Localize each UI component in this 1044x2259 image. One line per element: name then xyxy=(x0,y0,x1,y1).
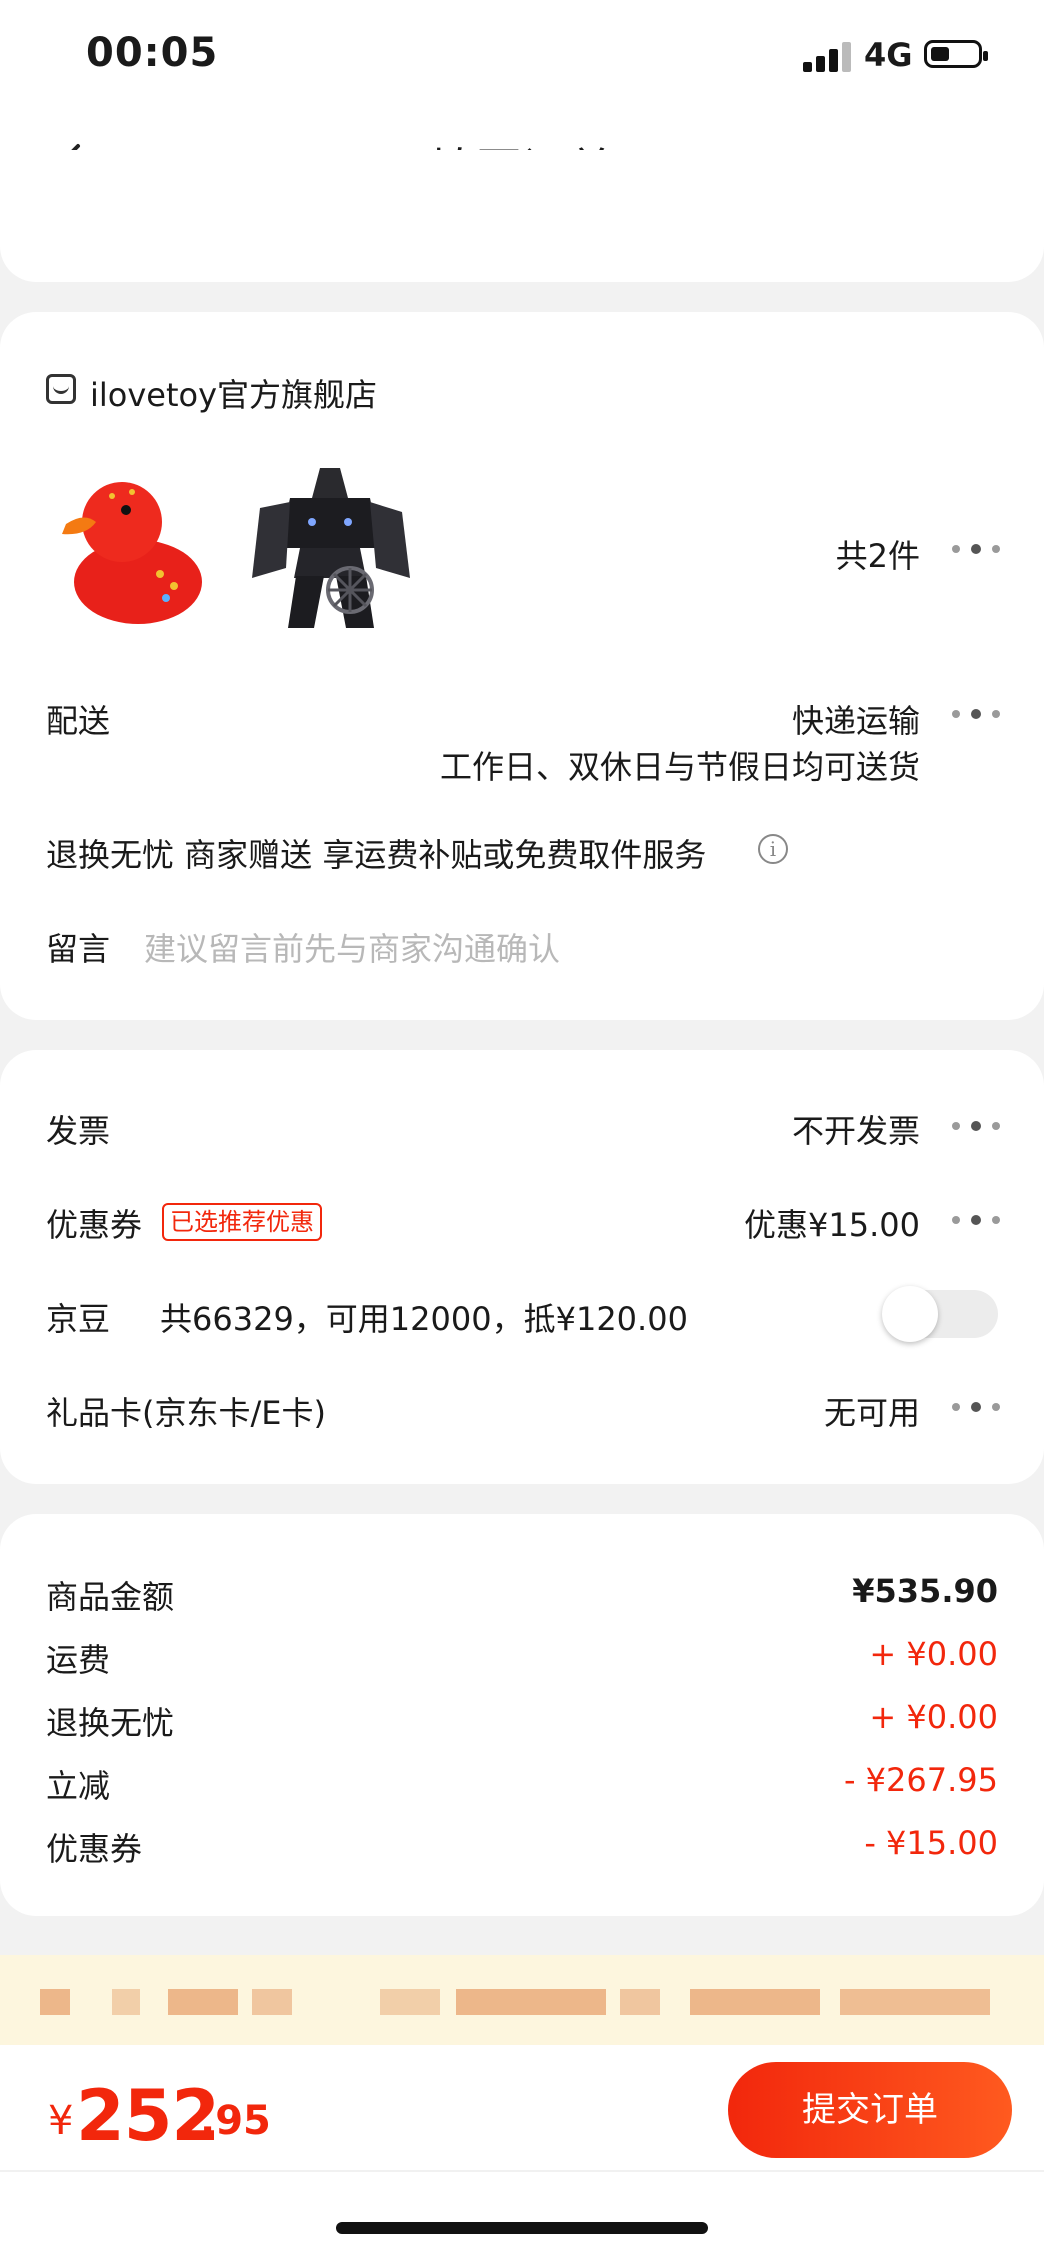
gift-card-label: 礼品卡(京东卡/E卡) xyxy=(46,1394,326,1432)
promo-banner xyxy=(0,1955,1044,2045)
summary-label: 退换无忧 xyxy=(46,1704,175,1742)
summary-label: 优惠券 xyxy=(46,1830,143,1868)
more-dots-icon[interactable] xyxy=(952,1121,1000,1132)
jingdou-label: 京豆 xyxy=(46,1300,111,1338)
divider xyxy=(0,2170,1044,2172)
signal-icon xyxy=(803,42,851,72)
delivery-label: 配送 xyxy=(46,702,111,740)
summary-label: 运费 xyxy=(46,1641,111,1679)
product-thumb-robot[interactable] xyxy=(240,458,420,638)
store-order-card xyxy=(0,312,1044,1020)
network-type: 4G xyxy=(864,36,913,74)
store-icon xyxy=(46,374,76,404)
jingdou-toggle[interactable] xyxy=(882,1286,998,1342)
return-service-text: 退换无忧 商家赠送 享运费补贴或免费取件服务 xyxy=(46,836,707,874)
summary-label: 立减 xyxy=(46,1767,111,1805)
jingdou-value: 共66329，可用12000，抵¥120.00 xyxy=(160,1300,688,1338)
coupon-tag: 已选推荐优惠 xyxy=(162,1203,322,1241)
more-dots-icon[interactable] xyxy=(952,544,1000,555)
message-label: 留言 xyxy=(46,930,111,968)
more-dots-icon[interactable] xyxy=(952,709,1000,720)
delivery-method[interactable]: 快递运输 xyxy=(600,696,920,742)
store-name[interactable]: ilovetoy官方旗舰店 xyxy=(90,370,377,416)
summary-label: 商品金额 xyxy=(46,1578,175,1616)
delivery-note: 工作日、双休日与节假日均可送货 xyxy=(439,748,920,786)
total-decimal: .95 xyxy=(200,2098,271,2144)
coupon-label: 优惠券 xyxy=(46,1206,143,1244)
product-thumb-duck[interactable] xyxy=(56,462,212,632)
summary-value: - ¥267.95 xyxy=(843,1761,998,1799)
more-dots-icon[interactable] xyxy=(952,1402,1000,1413)
total-currency: ¥ xyxy=(48,2098,74,2144)
address-card[interactable] xyxy=(0,150,1044,282)
summary-value: + ¥0.00 xyxy=(869,1635,998,1673)
submit-order-button[interactable]: 提交订单 xyxy=(728,2062,1012,2158)
info-icon[interactable]: i xyxy=(758,834,788,864)
invoice-value[interactable]: 不开发票 xyxy=(700,1106,920,1152)
gift-card-value[interactable]: 无可用 xyxy=(720,1388,920,1434)
summary-value: - ¥15.00 xyxy=(864,1824,998,1862)
home-indicator[interactable] xyxy=(336,2222,708,2234)
total-integer: 252 xyxy=(76,2075,220,2157)
coupon-value[interactable]: 优惠¥15.00 xyxy=(660,1200,920,1246)
battery-icon xyxy=(924,40,988,68)
invoice-label: 发票 xyxy=(46,1112,111,1150)
status-time: 00:05 xyxy=(86,30,219,76)
more-dots-icon[interactable] xyxy=(952,1215,1000,1226)
summary-value: ¥535.90 xyxy=(852,1572,998,1610)
summary-value: + ¥0.00 xyxy=(869,1698,998,1736)
item-count[interactable]: 共2件 xyxy=(760,531,920,577)
message-input[interactable]: 建议留言前先与商家沟通确认 xyxy=(144,924,560,970)
